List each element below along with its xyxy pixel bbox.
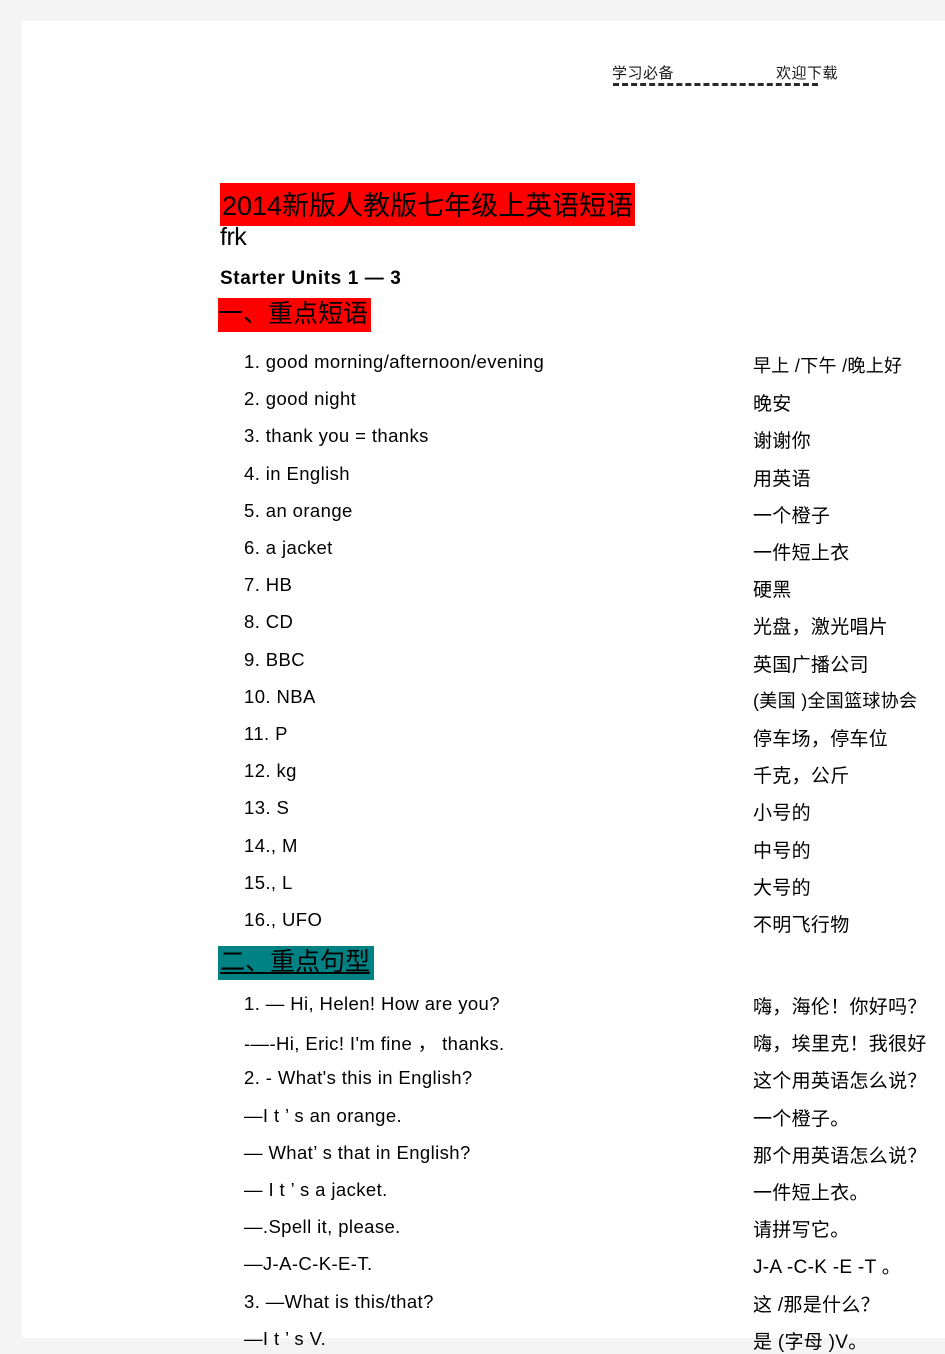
- header-left-text: 学习必备: [612, 65, 675, 82]
- document-subtitle: frk: [220, 223, 247, 251]
- sentence-line-chinese: 这个用英语怎么说？: [753, 1071, 927, 1093]
- phrase-entry-english: 14., M: [244, 834, 298, 856]
- section-heading-key-phrases-label: 一、重点短语: [218, 298, 372, 332]
- sentence-line-english: —J-A-C-K-E-T.: [244, 1253, 373, 1275]
- sentence-line-english: 1. — Hi, Helen! How are you?: [244, 993, 500, 1014]
- phrase-entry-english: 11. P: [244, 723, 288, 744]
- document-page: 学习必备 欢迎下载 2014新版人教版七年级上英语短语 frk Starter …: [22, 21, 945, 1353]
- header-dashed-rule: [613, 83, 818, 86]
- phrase-entry-chinese: 中号的: [753, 840, 811, 862]
- phrase-entry-chinese: 用英语: [753, 468, 811, 490]
- unit-heading: Starter Units 1 — 3: [220, 268, 402, 289]
- phrase-entry-english: 3. thank you = thanks: [244, 425, 429, 447]
- phrase-entry-chinese: 光盘，激光唱片: [753, 617, 889, 639]
- sentence-line-chinese: 嗨，埃里克！我很好: [753, 1034, 927, 1056]
- section-heading-key-sentences-label: 二、重点句型: [218, 946, 375, 980]
- sentence-line-chinese: 一个橙子。: [753, 1108, 850, 1130]
- sentence-line-english: — I t ’ s a jacket.: [244, 1179, 388, 1200]
- page-header: 学习必备 欢迎下载: [22, 21, 945, 101]
- phrase-entry-chinese: 停车场，停车位: [753, 729, 889, 750]
- sentence-line-english: —I t ’ s V.: [244, 1327, 327, 1349]
- section-heading-key-phrases: 一、重点短语: [218, 294, 372, 332]
- phrase-entry-chinese: 不明飞行物: [753, 915, 850, 936]
- sentence-line-chinese: 这 /那是什么？: [753, 1294, 880, 1316]
- sentence-line-chinese: 是 (字母 )V。: [753, 1331, 868, 1353]
- sentence-line-english: —.Spell it, please.: [244, 1216, 401, 1238]
- phrase-entry-english: 15., L: [244, 871, 293, 893]
- phrase-entry-chinese: 一件短上衣: [753, 543, 850, 564]
- phrase-entry-chinese: 硬黑: [753, 580, 792, 602]
- phrase-entry-chinese: 千克，公斤: [753, 766, 850, 788]
- phrase-entry-chinese: 英国广播公司: [753, 654, 869, 676]
- sentence-line-english: —I t ’ s an orange.: [244, 1104, 403, 1126]
- sentence-line-english: 3. —What is this/that?: [244, 1290, 434, 1312]
- sentence-line-english: — What’ s that in English?: [244, 1141, 471, 1163]
- sentence-line-chinese: 那个用英语怎么说？: [753, 1145, 927, 1167]
- document-title: 2014新版人教版七年级上英语短语: [220, 183, 636, 226]
- phrase-entry-english: 2. good night: [244, 388, 357, 410]
- sentence-line-chinese: 请拼写它。: [753, 1220, 850, 1242]
- sentence-line-chinese: J-A -C-K -E -T 。: [753, 1257, 902, 1279]
- sentence-line-chinese: 一件短上衣。: [753, 1183, 869, 1204]
- phrase-entry-english: 5. an orange: [244, 499, 353, 521]
- phrase-entry-english: 16., UFO: [244, 909, 323, 930]
- section-heading-key-sentences: 二、重点句型: [218, 942, 375, 980]
- phrase-entry-chinese: 谢谢你: [753, 431, 811, 453]
- phrase-entry-chinese: (美国 )全国篮球协会: [753, 690, 918, 711]
- phrase-entry-english: 4. in English: [244, 462, 350, 484]
- phrase-entry-chinese: 小号的: [753, 803, 811, 825]
- phrase-entry-english: 7. HB: [244, 574, 293, 596]
- phrase-entry-english: 10. NBA: [244, 685, 316, 707]
- phrase-entry-english: 6. a jacket: [244, 537, 333, 558]
- phrase-entry-english: 12. kg: [244, 760, 297, 782]
- sentence-line-english: -—-Hi, Eric! I'm fine ， thanks.: [244, 1033, 505, 1055]
- phrase-entry-chinese: 大号的: [753, 877, 811, 899]
- phrase-entry-english: 9. BBC: [244, 648, 306, 670]
- phrase-entry-english: 1. good morning/afternoon/evening: [244, 351, 545, 372]
- phrase-entry-english: 8. CD: [244, 611, 294, 633]
- sentence-line-english: 2. - What's this in English?: [244, 1067, 473, 1089]
- phrase-entry-chinese: 晚安: [753, 394, 792, 416]
- sentence-line-chinese: 嗨，海伦！你好吗？: [753, 997, 927, 1018]
- phrase-entry-chinese: 早上 /下午 /晚上好: [753, 356, 903, 376]
- phrase-entry-chinese: 一个橙子: [753, 505, 831, 527]
- header-right-text: 欢迎下载: [776, 65, 839, 82]
- phrase-entry-english: 13. S: [244, 797, 290, 819]
